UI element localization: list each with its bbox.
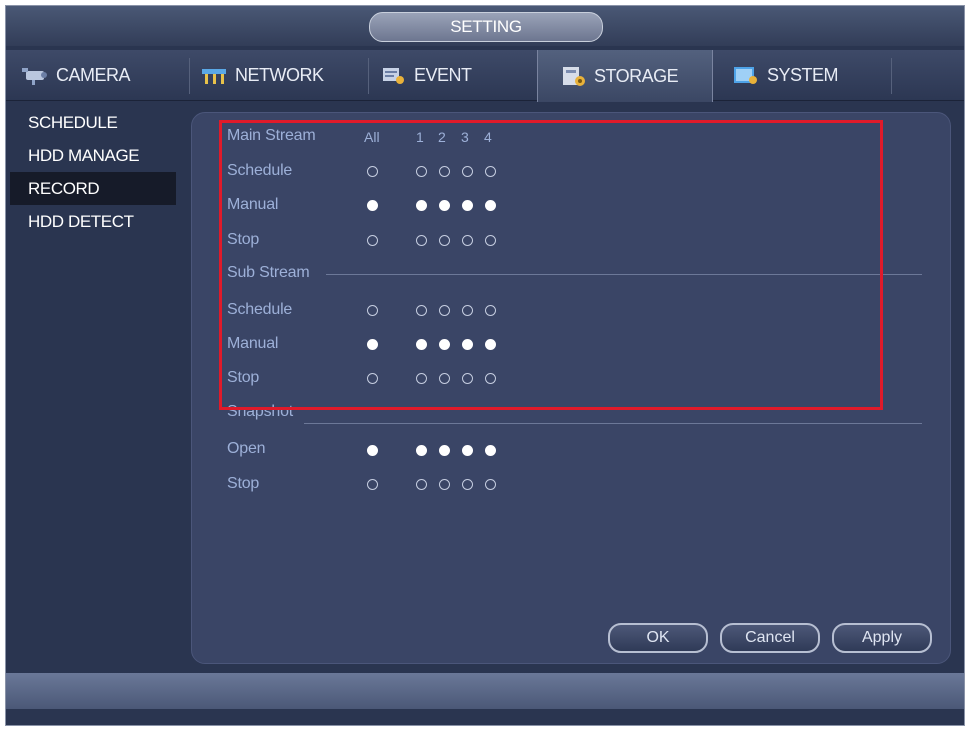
system-icon xyxy=(731,64,761,86)
snapshot-stop-radio-channel-2[interactable] xyxy=(439,479,450,490)
main-stream-title: Main Stream xyxy=(227,127,316,144)
sub-stream-manual-radio-channel-4[interactable] xyxy=(485,339,496,350)
tab-bar: CAMERA NETWORK EVENT STORAGE SYSTEM xyxy=(6,50,964,102)
sub-stream-stop-radio-channel-3[interactable] xyxy=(462,373,473,384)
sub-stream-title: Sub Stream xyxy=(227,264,310,281)
sub-schedule-label: Schedule xyxy=(227,301,293,318)
sub-stop-label: Stop xyxy=(227,369,260,386)
snapshot-open-radio-channel-4[interactable] xyxy=(485,445,496,456)
tab-separator xyxy=(368,58,369,94)
sidebar: SCHEDULE HDD MANAGE RECORD HDD DETECT xyxy=(6,106,176,238)
sub-manual-label: Manual xyxy=(227,335,279,352)
sub-stream-manual-radio-channel-2[interactable] xyxy=(439,339,450,350)
title-bar: SETTING xyxy=(6,6,964,46)
sub-stream-stop-radio-all[interactable] xyxy=(367,373,378,384)
main-stop-label: Stop xyxy=(227,231,260,248)
column-channel-1: 1 xyxy=(416,129,424,145)
main-stream-manual-radio-all[interactable] xyxy=(367,200,378,211)
tab-separator xyxy=(189,58,190,94)
snapshot-title: Snapshot xyxy=(227,403,294,420)
sub-stream-stop-radio-channel-4[interactable] xyxy=(485,373,496,384)
tab-event[interactable]: EVENT xyxy=(378,50,538,100)
snapshot-open-radio-all[interactable] xyxy=(367,445,378,456)
main-stream-stop-radio-channel-1[interactable] xyxy=(416,235,427,246)
sub-stream-divider xyxy=(326,274,922,275)
tab-network[interactable]: NETWORK xyxy=(199,50,359,100)
sub-stream-schedule-radio-channel-2[interactable] xyxy=(439,305,450,316)
ok-button[interactable]: OK xyxy=(608,623,708,653)
main-stream-stop-radio-channel-4[interactable] xyxy=(485,235,496,246)
main-stream-schedule-radio-channel-1[interactable] xyxy=(416,166,427,177)
snapshot-stop-radio-all[interactable] xyxy=(367,479,378,490)
main-stream-manual-radio-channel-2[interactable] xyxy=(439,200,450,211)
tab-storage[interactable]: STORAGE xyxy=(537,50,713,102)
snapshot-divider xyxy=(304,423,922,424)
cancel-button[interactable]: Cancel xyxy=(720,623,820,653)
main-schedule-label: Schedule xyxy=(227,162,293,179)
sidebar-item-schedule[interactable]: SCHEDULE xyxy=(6,106,176,139)
record-panel: Main Stream All 1 2 3 4 Schedule Manual … xyxy=(191,112,951,664)
column-channel-4: 4 xyxy=(484,129,492,145)
main-stream-stop-radio-channel-3[interactable] xyxy=(462,235,473,246)
sub-stream-schedule-radio-channel-1[interactable] xyxy=(416,305,427,316)
sub-stream-schedule-radio-all[interactable] xyxy=(367,305,378,316)
main-stream-schedule-radio-channel-4[interactable] xyxy=(485,166,496,177)
tab-label: EVENT xyxy=(414,64,472,85)
sidebar-item-hdd-detect[interactable]: HDD DETECT xyxy=(6,205,176,238)
column-channel-3: 3 xyxy=(461,129,469,145)
main-stream-manual-radio-channel-1[interactable] xyxy=(416,200,427,211)
sub-stream-stop-radio-channel-2[interactable] xyxy=(439,373,450,384)
event-icon xyxy=(378,64,408,86)
settings-window: SETTING CAMERA NETWORK EVENT STORAGE SYS… xyxy=(5,5,965,726)
tab-system[interactable]: SYSTEM xyxy=(731,50,891,100)
window-title: SETTING xyxy=(369,12,603,42)
column-channel-2: 2 xyxy=(438,129,446,145)
snapshot-stop-radio-channel-3[interactable] xyxy=(462,479,473,490)
snapshot-stop-label: Stop xyxy=(227,475,260,492)
snapshot-open-radio-channel-3[interactable] xyxy=(462,445,473,456)
storage-icon xyxy=(558,65,588,87)
tab-camera[interactable]: CAMERA xyxy=(20,50,180,100)
main-stream-schedule-radio-all[interactable] xyxy=(367,166,378,177)
main-stream-schedule-radio-channel-3[interactable] xyxy=(462,166,473,177)
sub-stream-manual-radio-channel-3[interactable] xyxy=(462,339,473,350)
tab-separator xyxy=(891,58,892,94)
snapshot-open-radio-channel-2[interactable] xyxy=(439,445,450,456)
tab-label: NETWORK xyxy=(235,64,324,85)
sub-stream-schedule-radio-channel-4[interactable] xyxy=(485,305,496,316)
snapshot-open-radio-channel-1[interactable] xyxy=(416,445,427,456)
sidebar-item-hdd-manage[interactable]: HDD MANAGE xyxy=(6,139,176,172)
main-stream-manual-radio-channel-4[interactable] xyxy=(485,200,496,211)
tab-label: CAMERA xyxy=(56,64,131,85)
sub-stream-manual-radio-channel-1[interactable] xyxy=(416,339,427,350)
sub-stream-manual-radio-all[interactable] xyxy=(367,339,378,350)
main-stream-stop-radio-channel-2[interactable] xyxy=(439,235,450,246)
snapshot-open-label: Open xyxy=(227,440,266,457)
sub-stream-schedule-radio-channel-3[interactable] xyxy=(462,305,473,316)
sidebar-item-record[interactable]: RECORD xyxy=(10,172,176,205)
column-all: All xyxy=(364,129,380,145)
tab-label: SYSTEM xyxy=(767,64,839,85)
camera-icon xyxy=(20,64,50,86)
main-stream-schedule-radio-channel-2[interactable] xyxy=(439,166,450,177)
network-icon xyxy=(199,64,229,86)
main-stream-manual-radio-channel-3[interactable] xyxy=(462,200,473,211)
snapshot-stop-radio-channel-4[interactable] xyxy=(485,479,496,490)
sub-stream-stop-radio-channel-1[interactable] xyxy=(416,373,427,384)
main-stream-stop-radio-all[interactable] xyxy=(367,235,378,246)
tab-label: STORAGE xyxy=(594,65,679,86)
snapshot-stop-radio-channel-1[interactable] xyxy=(416,479,427,490)
apply-button[interactable]: Apply xyxy=(832,623,932,653)
main-manual-label: Manual xyxy=(227,196,279,213)
footer-bar xyxy=(6,673,964,709)
